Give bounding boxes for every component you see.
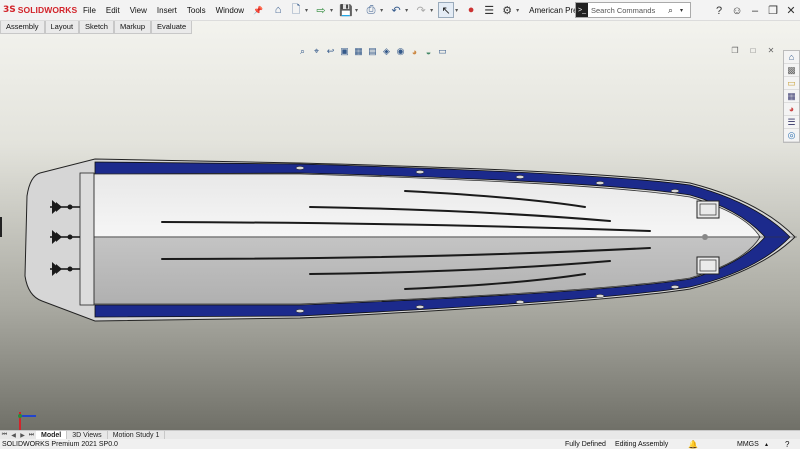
menu-edit[interactable]: Edit — [101, 6, 125, 15]
solidworks-resources-icon[interactable]: ⌂ — [784, 51, 799, 64]
first-tab-icon[interactable]: ⏮ — [0, 432, 9, 439]
options-icon[interactable]: ⚙ — [499, 2, 515, 18]
tab-sketch[interactable]: Sketch — [79, 21, 114, 34]
traffic-light-icon[interactable]: ● — [463, 2, 479, 18]
new-file-dropdown[interactable]: ▾ — [305, 7, 308, 14]
solidworks-logo[interactable]: 3S SOLIDWORKS — [0, 5, 78, 15]
undo-icon[interactable]: ↶ — [388, 2, 404, 18]
appearance-icon[interactable]: ◕ — [408, 47, 421, 57]
editing-mode: Editing Assembly — [615, 440, 669, 448]
search-commands-box[interactable]: >_ Search Commands ⌕ ▾ — [575, 2, 691, 18]
menu-file[interactable]: File — [78, 6, 101, 15]
prev-tab-icon[interactable]: ◀ — [9, 432, 18, 439]
graphics-area[interactable]: ⌕ ⌖ ↩ ▣ ▦ ▤ ◈ ◉ ◕ ◒ ▭ ❐ □ ✕ — [0, 21, 800, 430]
undo-dropdown[interactable]: ▾ — [405, 7, 408, 14]
save-dropdown[interactable]: ▾ — [355, 7, 358, 14]
menu-tools[interactable]: Tools — [182, 6, 211, 15]
open-dropdown[interactable]: ▾ — [330, 7, 333, 14]
search-input[interactable]: Search Commands — [588, 6, 668, 15]
tab-evaluate[interactable]: Evaluate — [151, 21, 193, 34]
tab-markup[interactable]: Markup — [113, 21, 151, 34]
search-icon[interactable]: ⌕ — [668, 5, 680, 16]
dynamic-annotation-icon[interactable]: ▦ — [352, 46, 365, 57]
scene-icon[interactable]: ◒ — [422, 47, 435, 57]
last-tab-icon[interactable]: ⏭ — [27, 432, 36, 439]
standard-toolbar: ⌂ 🗋 ▾ ⇨ ▾ 💾 ▾ ⎙ ▾ ↶ ▾ ↷ ▾ ↖ ▾ ● ☰ ⚙ ▾ — [269, 2, 523, 18]
options-dropdown[interactable]: ▾ — [516, 7, 519, 14]
main-menu: File Edit View Insert Tools Window — [78, 6, 249, 15]
hide-show-icon[interactable]: ◉ — [394, 46, 407, 57]
print-dropdown[interactable]: ▾ — [380, 7, 383, 14]
heads-up-view-toolbar: ⌕ ⌖ ↩ ▣ ▦ ▤ ◈ ◉ ◕ ◒ ▭ — [296, 44, 450, 59]
units-dropdown-icon[interactable]: ▴ — [765, 441, 768, 448]
pin-icon[interactable]: 📌 — [253, 6, 263, 15]
user-icon[interactable]: ☺ — [728, 5, 746, 17]
close-icon[interactable]: ✕ — [782, 4, 800, 17]
home-icon[interactable]: ⌂ — [270, 2, 286, 18]
tab-assembly[interactable]: Assembly — [0, 21, 45, 34]
doc-maximize-icon[interactable]: □ — [744, 46, 762, 55]
view-palette-icon[interactable]: ▦ — [784, 90, 799, 103]
menu-insert[interactable]: Insert — [152, 6, 182, 15]
window-buttons: ? ☺ – ❐ ✕ — [710, 0, 800, 21]
custom-properties-icon[interactable]: ☰ — [784, 116, 799, 129]
next-tab-icon[interactable]: ▶ — [18, 432, 27, 439]
graphics-window-controls: ❐ □ ✕ — [726, 46, 780, 55]
ds-logo-icon: 3S — [3, 5, 16, 15]
design-library-icon[interactable]: ▩ — [784, 64, 799, 77]
file-properties-icon[interactable]: ☰ — [481, 2, 497, 18]
select-dropdown[interactable]: ▾ — [455, 7, 458, 14]
logo-text: SOLIDWORKS — [17, 5, 78, 15]
section-view-icon[interactable]: ▣ — [338, 46, 351, 57]
menu-view[interactable]: View — [125, 6, 152, 15]
doc-close-icon[interactable]: ✕ — [762, 46, 780, 55]
display-style-icon[interactable]: ◈ — [380, 46, 393, 57]
command-manager-tabs: Assembly Layout Sketch Markup Evaluate — [0, 21, 193, 34]
open-icon[interactable]: ⇨ — [313, 2, 329, 18]
previous-view-icon[interactable]: ↩ — [324, 46, 337, 57]
redo-dropdown[interactable]: ▾ — [430, 7, 433, 14]
menu-window[interactable]: Window — [211, 6, 249, 15]
menu-bar: 3S SOLIDWORKS File Edit View Insert Tool… — [0, 0, 800, 21]
unit-system[interactable]: MMGS — [737, 441, 759, 448]
zoom-to-fit-icon[interactable]: ⌕ — [296, 46, 309, 57]
status-help-icon[interactable]: ? — [785, 440, 789, 449]
view-orientation-icon[interactable]: ▤ — [366, 46, 379, 57]
help-icon[interactable]: ? — [710, 5, 728, 17]
version-text: SOLIDWORKS Premium 2021 SP0.0 — [2, 440, 118, 448]
zoom-to-area-icon[interactable]: ⌖ — [310, 46, 323, 57]
tab-layout[interactable]: Layout — [44, 21, 80, 34]
print-icon[interactable]: ⎙ — [363, 2, 379, 18]
status-bar: SOLIDWORKS Premium 2021 SP0.0 Fully Defi… — [0, 439, 800, 449]
minimize-icon[interactable]: – — [746, 5, 764, 17]
command-prompt-icon: >_ — [576, 3, 588, 17]
redo-icon[interactable]: ↷ — [413, 2, 429, 18]
3dexperience-icon[interactable]: ◎ — [784, 129, 799, 142]
model-tabs-bar: ⏮ ◀ ▶ ⏭ Model 3D Views Motion Study 1 — [0, 430, 800, 440]
rebuild-icon[interactable]: 🔔 — [688, 440, 698, 449]
search-dropdown-icon[interactable]: ▾ — [680, 7, 690, 14]
task-pane: ⌂ ▩ ▭ ▦ ◕ ☰ ◎ — [783, 50, 800, 143]
doc-restore-icon[interactable]: ❐ — [726, 46, 744, 55]
view-settings-icon[interactable]: ▭ — [436, 46, 449, 57]
save-icon[interactable]: 💾 — [338, 2, 354, 18]
definition-status: Fully Defined — [565, 440, 606, 448]
boat-model — [0, 158, 797, 322]
appearances-icon[interactable]: ◕ — [784, 103, 799, 116]
file-explorer-icon[interactable]: ▭ — [784, 77, 799, 90]
new-file-icon[interactable]: 🗋 — [288, 2, 304, 18]
select-icon[interactable]: ↖ — [438, 2, 455, 18]
restore-icon[interactable]: ❐ — [764, 4, 782, 17]
